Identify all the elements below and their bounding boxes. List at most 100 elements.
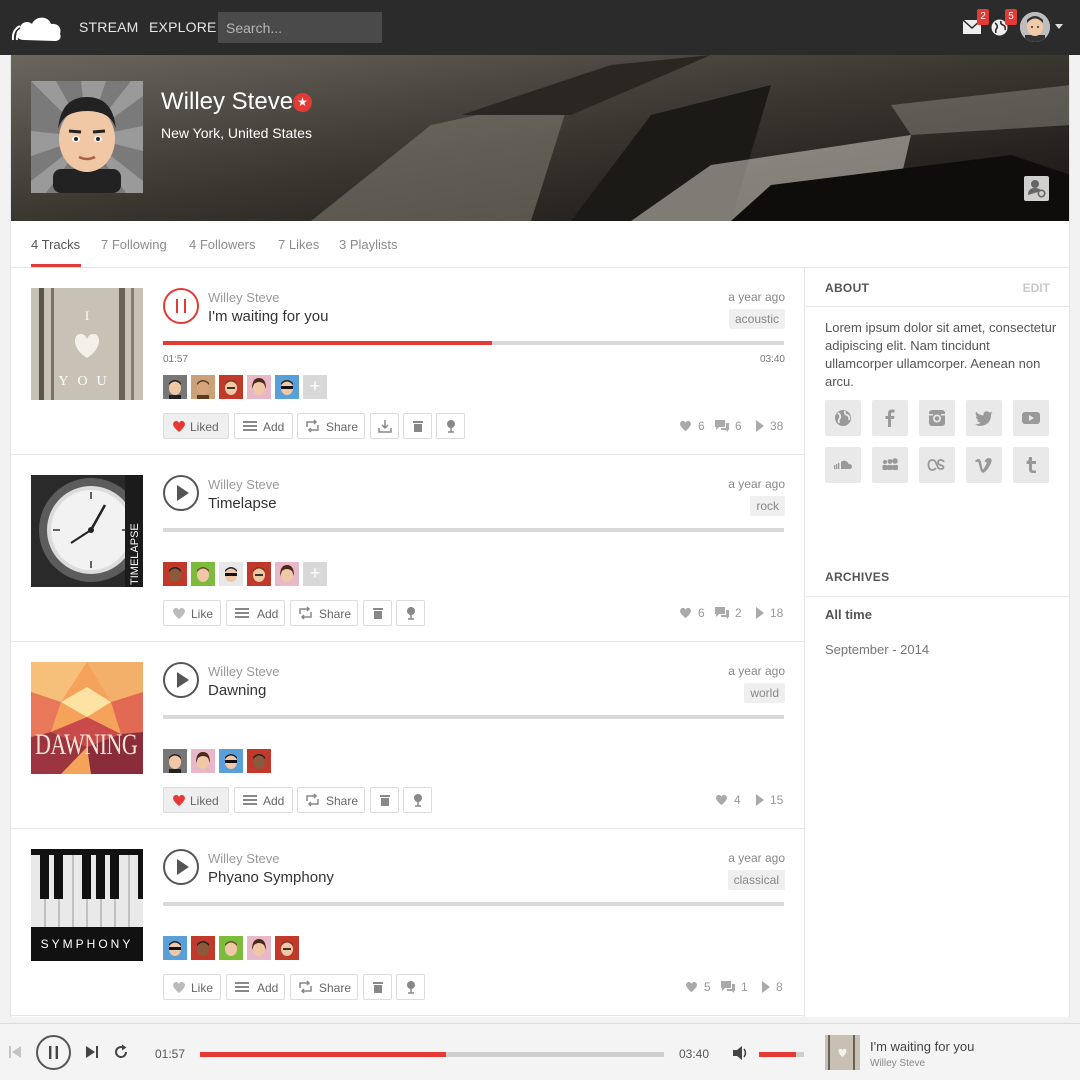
add-to-playlist-button[interactable]: Add <box>226 974 285 1000</box>
like-button[interactable]: Like <box>163 974 221 1000</box>
social-vimeo[interactable] <box>966 447 1002 483</box>
play-button[interactable] <box>163 662 199 698</box>
add-to-playlist-button[interactable]: Add <box>226 600 285 626</box>
liker-avatar[interactable] <box>219 562 243 586</box>
track-genre-tag[interactable]: acoustic <box>728 309 785 329</box>
nav-explore[interactable]: EXPLORE <box>149 19 217 35</box>
tab-following[interactable]: 7 Following <box>101 237 167 252</box>
social-soundcloud[interactable] <box>825 447 861 483</box>
repeat-icon[interactable] <box>113 1044 129 1060</box>
liker-avatar[interactable] <box>191 936 215 960</box>
track-artwork[interactable]: I YOU <box>31 288 143 400</box>
archive-all-time[interactable]: All time <box>825 607 872 622</box>
share-button[interactable]: Share <box>290 974 358 1000</box>
delete-button[interactable] <box>403 413 432 439</box>
notifications-button[interactable]: 5 <box>991 9 1017 36</box>
archive-september-2014[interactable]: September - 2014 <box>825 642 929 657</box>
volume-slider[interactable] <box>759 1052 804 1057</box>
liker-avatar[interactable] <box>219 936 243 960</box>
liker-avatar[interactable] <box>163 749 187 773</box>
social-youtube[interactable] <box>1013 400 1049 436</box>
track-progress-bar[interactable] <box>163 902 784 906</box>
track-artwork[interactable]: TIMELAPSE <box>31 475 143 587</box>
stats-button[interactable] <box>403 787 432 813</box>
track-progress-bar[interactable] <box>163 715 784 719</box>
track-title[interactable]: Phyano Symphony <box>208 869 334 886</box>
liker-avatar[interactable] <box>219 749 243 773</box>
social-myspace[interactable] <box>872 447 908 483</box>
tab-tracks[interactable]: 4 Tracks <box>31 237 80 252</box>
now-playing-title[interactable]: I'm waiting for you <box>870 1039 974 1054</box>
delete-button[interactable] <box>363 974 392 1000</box>
search-input[interactable] <box>218 12 382 43</box>
nav-stream[interactable]: STREAM <box>79 19 139 35</box>
liker-avatar[interactable] <box>247 749 271 773</box>
social-twitter[interactable] <box>966 400 1002 436</box>
player-pause-button[interactable] <box>36 1035 71 1070</box>
track-artwork[interactable]: DAWNING <box>31 662 143 774</box>
now-playing-artist[interactable]: Willey Steve <box>870 1058 925 1069</box>
track-title[interactable]: Timelapse <box>208 495 277 512</box>
liker-avatar[interactable] <box>191 749 215 773</box>
liker-avatar[interactable] <box>219 375 243 399</box>
liker-avatar[interactable] <box>247 562 271 586</box>
delete-button[interactable] <box>363 600 392 626</box>
track-genre-tag[interactable]: rock <box>750 496 785 516</box>
like-button[interactable]: Liked <box>163 787 229 813</box>
liker-avatar[interactable] <box>191 562 215 586</box>
play-button[interactable] <box>163 849 199 885</box>
track-artist[interactable]: Willey Steve <box>208 664 280 679</box>
like-button[interactable]: Like <box>163 600 221 626</box>
liker-avatar[interactable] <box>163 375 187 399</box>
liker-avatar[interactable] <box>163 936 187 960</box>
pause-button[interactable] <box>163 288 199 324</box>
delete-button[interactable] <box>370 787 399 813</box>
tab-followers[interactable]: 4 Followers <box>189 237 255 252</box>
liker-avatar[interactable] <box>247 375 271 399</box>
liker-avatar[interactable] <box>275 936 299 960</box>
share-button[interactable]: Share <box>297 787 365 813</box>
track-artist[interactable]: Willey Steve <box>208 477 280 492</box>
follow-button[interactable] <box>1024 176 1049 201</box>
track-progress-bar[interactable] <box>163 341 784 345</box>
track-genre-tag[interactable]: classical <box>727 870 785 890</box>
social-tumblr[interactable] <box>1013 447 1049 483</box>
share-button[interactable]: Share <box>297 413 365 439</box>
liker-avatar[interactable] <box>247 936 271 960</box>
track-genre-tag[interactable]: world <box>744 683 785 703</box>
add-liker-button[interactable]: + <box>303 562 327 586</box>
stats-button[interactable] <box>436 413 465 439</box>
messages-button[interactable]: 2 <box>963 9 989 36</box>
social-lastfm[interactable] <box>919 447 955 483</box>
edit-about-button[interactable]: EDIT <box>1023 281 1050 295</box>
liker-avatar[interactable] <box>275 375 299 399</box>
track-artwork[interactable]: SYMPHONY <box>31 849 143 961</box>
previous-track-icon[interactable] <box>8 1045 22 1059</box>
track-title[interactable]: I'm waiting for you <box>208 308 328 325</box>
stats-button[interactable] <box>396 600 425 626</box>
liker-avatar[interactable] <box>275 562 299 586</box>
add-to-playlist-button[interactable]: Add <box>234 413 293 439</box>
cloud-logo-icon[interactable] <box>10 10 66 46</box>
like-button[interactable]: Liked <box>163 413 229 439</box>
player-progress-bar[interactable] <box>200 1052 664 1057</box>
user-avatar[interactable] <box>1020 12 1050 42</box>
next-track-icon[interactable] <box>85 1045 99 1059</box>
add-to-playlist-button[interactable]: Add <box>234 787 293 813</box>
play-button[interactable] <box>163 475 199 511</box>
share-button[interactable]: Share <box>290 600 358 626</box>
social-facebook[interactable] <box>872 400 908 436</box>
track-title[interactable]: Dawning <box>208 682 266 699</box>
track-progress-bar[interactable] <box>163 528 784 532</box>
download-button[interactable] <box>370 413 399 439</box>
tab-likes[interactable]: 7 Likes <box>278 237 319 252</box>
track-artist[interactable]: Willey Steve <box>208 290 280 305</box>
volume-icon[interactable] <box>733 1046 749 1060</box>
now-playing-artwork[interactable] <box>825 1035 860 1070</box>
tab-playlists[interactable]: 3 Playlists <box>339 237 398 252</box>
liker-avatar[interactable] <box>163 562 187 586</box>
user-menu-chevron-down-icon[interactable] <box>1055 24 1063 29</box>
liker-avatar[interactable] <box>191 375 215 399</box>
track-artist[interactable]: Willey Steve <box>208 851 280 866</box>
social-instagram[interactable] <box>919 400 955 436</box>
